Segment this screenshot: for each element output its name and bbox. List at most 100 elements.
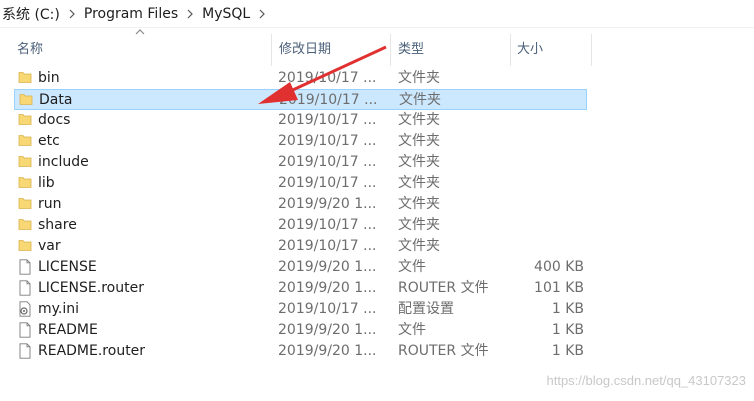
- folder-icon: [18, 238, 32, 255]
- file-date: 2019/9/20 1...: [278, 280, 377, 296]
- file-date: 2019/9/20 1...: [278, 259, 377, 275]
- file-row[interactable]: run 2019/9/20 1... 文件夹: [14, 194, 587, 215]
- file-type: 文件夹: [398, 196, 440, 212]
- file-size: 1 KB: [551, 343, 584, 359]
- file-size: 1 KB: [551, 322, 584, 338]
- file-size: [484, 110, 584, 131]
- chevron-right-icon[interactable]: [254, 6, 270, 22]
- column-header-row: 名称 修改日期 类型 大小: [0, 28, 754, 66]
- file-name: include: [38, 154, 89, 170]
- file-icon: [18, 280, 32, 297]
- breadcrumb: 系统 (C:) Program Files MySQL: [0, 0, 754, 28]
- chevron-right-icon[interactable]: [182, 6, 198, 22]
- file-date: 2019/10/17 ...: [278, 238, 377, 254]
- file-size: [484, 173, 584, 194]
- file-size: 101 KB: [534, 280, 584, 296]
- file-name: README.router: [38, 343, 146, 359]
- file-icon: [18, 259, 32, 276]
- file-size: 1 KB: [551, 301, 584, 317]
- file-name: LICENSE.router: [38, 280, 144, 296]
- file-date: 2019/10/17 ...: [278, 133, 377, 149]
- file-size: [484, 215, 584, 236]
- chevron-right-icon[interactable]: [64, 6, 80, 22]
- file-type: ROUTER 文件: [398, 343, 489, 359]
- file-type: ROUTER 文件: [398, 280, 489, 296]
- file-date: 2019/10/17 ...: [278, 154, 377, 170]
- folder-icon: [18, 217, 32, 234]
- file-type: 文件夹: [398, 154, 440, 170]
- file-size: [484, 68, 584, 89]
- folder-icon: [18, 133, 32, 150]
- file-type: 文件夹: [398, 217, 440, 233]
- file-type: 文件夹: [398, 70, 440, 86]
- column-header-type[interactable]: 类型: [398, 28, 424, 66]
- folder-icon: [18, 112, 32, 129]
- file-type: 文件: [398, 259, 426, 275]
- file-type: 配置设置: [398, 301, 454, 317]
- column-divider[interactable]: [271, 34, 272, 66]
- sort-ascending-icon: [135, 29, 145, 35]
- folder-icon: [18, 196, 32, 213]
- file-name: share: [38, 217, 77, 233]
- file-row[interactable]: include 2019/10/17 ... 文件夹: [14, 152, 587, 173]
- file-size: 400 KB: [534, 259, 584, 275]
- file-icon: [18, 343, 32, 360]
- folder-icon: [19, 92, 33, 109]
- file-size: [484, 152, 584, 173]
- file-row[interactable]: bin 2019/10/17 ... 文件夹: [14, 68, 587, 89]
- file-row[interactable]: LICENSE 2019/9/20 1... 文件 400 KB: [14, 257, 587, 278]
- config-file-icon: [18, 301, 32, 318]
- file-size: [485, 90, 585, 111]
- file-size: [484, 236, 584, 257]
- file-date: 2019/10/17 ...: [278, 217, 377, 233]
- file-icon: [18, 322, 32, 339]
- file-row[interactable]: lib 2019/10/17 ... 文件夹: [14, 173, 587, 194]
- file-name: docs: [38, 112, 71, 128]
- file-date: 2019/10/17 ...: [279, 92, 378, 108]
- folder-icon: [18, 70, 32, 87]
- column-header-date[interactable]: 修改日期: [279, 28, 331, 66]
- file-type: 文件夹: [398, 238, 440, 254]
- column-divider[interactable]: [591, 34, 592, 66]
- file-row[interactable]: etc 2019/10/17 ... 文件夹: [14, 131, 587, 152]
- file-row[interactable]: README.router 2019/9/20 1... ROUTER 文件 1 KB: [14, 341, 587, 362]
- file-name: lib: [38, 175, 55, 191]
- breadcrumb-mysql[interactable]: MySQL: [198, 6, 254, 22]
- file-date: 2019/10/17 ...: [278, 112, 377, 128]
- file-name: README: [38, 322, 98, 338]
- file-size: [484, 194, 584, 215]
- file-row[interactable]: docs 2019/10/17 ... 文件夹: [14, 110, 587, 131]
- column-header-size[interactable]: 大小: [517, 28, 543, 66]
- file-name: Data: [39, 92, 73, 108]
- file-type: 文件: [398, 322, 426, 338]
- column-header-name[interactable]: 名称: [17, 28, 43, 66]
- file-type: 文件夹: [399, 92, 441, 108]
- file-type: 文件夹: [398, 112, 440, 128]
- breadcrumb-drive[interactable]: 系统 (C:): [0, 4, 64, 24]
- file-name: run: [38, 196, 62, 212]
- file-name: var: [38, 238, 61, 254]
- file-row[interactable]: Data 2019/10/17 ... 文件夹: [14, 89, 587, 110]
- file-date: 2019/9/20 1...: [278, 196, 377, 212]
- column-divider[interactable]: [390, 34, 391, 66]
- file-name: LICENSE: [38, 259, 97, 275]
- file-date: 2019/10/17 ...: [278, 301, 377, 317]
- file-name: my.ini: [38, 301, 80, 317]
- file-row[interactable]: var 2019/10/17 ... 文件夹: [14, 236, 587, 257]
- file-row[interactable]: README 2019/9/20 1... 文件 1 KB: [14, 320, 587, 341]
- watermark: https://blog.csdn.net/qq_43107323: [546, 373, 747, 388]
- file-row[interactable]: my.ini 2019/10/17 ... 配置设置 1 KB: [14, 299, 587, 320]
- file-type: 文件夹: [398, 175, 440, 191]
- file-date: 2019/10/17 ...: [278, 175, 377, 191]
- file-size: [484, 131, 584, 152]
- file-name: bin: [38, 70, 60, 86]
- folder-icon: [18, 154, 32, 171]
- file-row[interactable]: LICENSE.router 2019/9/20 1... ROUTER 文件 101…: [14, 278, 587, 299]
- file-row[interactable]: share 2019/10/17 ... 文件夹: [14, 215, 587, 236]
- file-date: 2019/9/20 1...: [278, 322, 377, 338]
- breadcrumb-program-files[interactable]: Program Files: [80, 6, 182, 22]
- file-type: 文件夹: [398, 133, 440, 149]
- file-date: 2019/9/20 1...: [278, 343, 377, 359]
- column-divider[interactable]: [510, 34, 511, 66]
- folder-icon: [18, 175, 32, 192]
